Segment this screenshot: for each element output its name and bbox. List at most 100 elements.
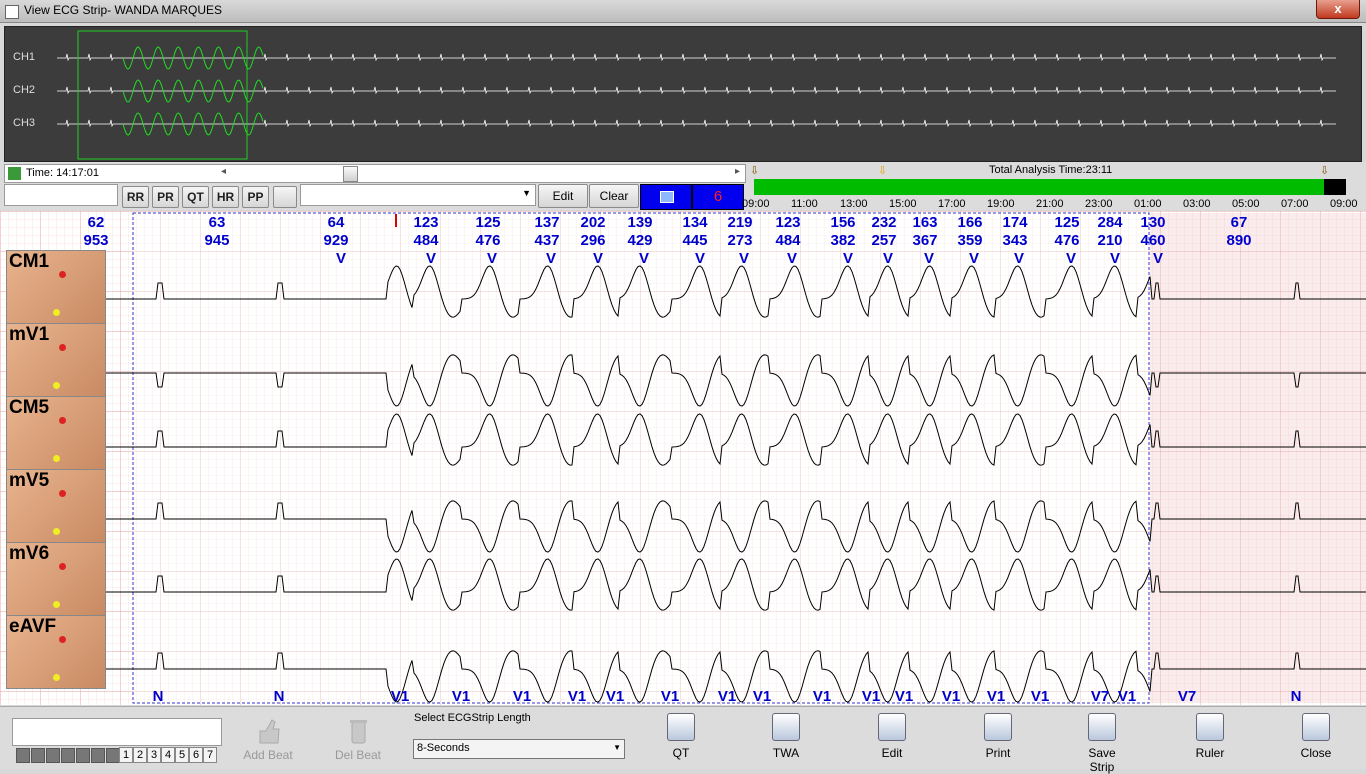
close-tool-button[interactable]: Close <box>1290 713 1342 760</box>
lead-thumbnail-mv5[interactable]: mV5 <box>6 469 106 543</box>
heart-rate-value: 163 <box>912 214 937 231</box>
page-slot[interactable] <box>91 748 105 763</box>
beat-type-label: V <box>969 250 979 267</box>
timeline-tick-label: 03:00 <box>1183 198 1211 210</box>
tool-label: QT <box>672 746 690 760</box>
window-close-button[interactable]: x <box>1316 0 1360 19</box>
scroll-left-icon[interactable]: ◂ <box>221 166 226 177</box>
lead-thumbnail-mv1[interactable]: mV1 <box>6 323 106 397</box>
electrode-icon <box>53 601 60 608</box>
page-number-4[interactable]: 4 <box>161 747 175 763</box>
page-number-3[interactable]: 3 <box>147 747 161 763</box>
time-scrollbar[interactable]: Time: 14:17:01 ◂ ▸ <box>4 164 746 183</box>
twa-icon <box>772 713 800 741</box>
page-slot[interactable] <box>46 748 60 763</box>
overview-trace <box>57 86 1336 95</box>
measure-qt-button[interactable]: QT <box>182 186 209 208</box>
electrode-icon <box>59 417 66 424</box>
annotation-dropdown[interactable]: ▼ <box>300 184 536 206</box>
beat-annotation-label: V1 <box>895 688 913 705</box>
beat-annotation-label: V1 <box>568 688 586 705</box>
page-slot[interactable] <box>76 748 90 763</box>
analysis-progress-fill <box>754 179 1324 195</box>
page-number-1[interactable]: 1 <box>119 747 133 763</box>
ecg-strip[interactable]: 62 63 64 123 125 137 202 139 134 219 123 156 232 163 1… <box>0 211 1366 705</box>
page-slot[interactable] <box>16 748 30 763</box>
beat-type-label: V <box>336 250 346 267</box>
heart-rate-value: 232 <box>871 214 896 231</box>
timeline-end-marker-icon[interactable]: ⇩ <box>1320 164 1329 177</box>
title-bar: View ECG Strip- WANDA MARQUES x <box>0 0 1366 23</box>
measure-pr-button[interactable]: PR <box>152 186 179 208</box>
lead-thumbnail-mv6[interactable]: mV6 <box>6 542 106 616</box>
page-slot[interactable] <box>106 748 120 763</box>
rr-interval-value: 273 <box>727 232 752 249</box>
rr-interval-value: 359 <box>957 232 982 249</box>
beat-annotation-label: N <box>1291 688 1302 705</box>
timeline-current-marker-icon[interactable]: ⇩ <box>878 164 887 177</box>
lead-thumbnail-cm5[interactable]: CM5 <box>6 396 106 470</box>
page-slot[interactable] <box>61 748 75 763</box>
beat-type-label: V <box>487 250 497 267</box>
list-view-button[interactable] <box>640 184 692 210</box>
measure-rr-button[interactable]: RR <box>122 186 149 208</box>
event-count-badge[interactable]: 6 <box>692 184 744 210</box>
del-beat-button[interactable]: Del Beat <box>330 717 386 762</box>
rr-interval-value: 476 <box>475 232 500 249</box>
overview-panel[interactable]: CH1 CH2 CH3 <box>4 26 1362 162</box>
beat-type-label: V <box>1014 250 1024 267</box>
timeline-tick-label: 17:00 <box>938 198 966 210</box>
edit-tool-button[interactable]: Edit <box>866 713 918 760</box>
measure-pp-button[interactable]: PP <box>242 186 269 208</box>
overview-selection-box[interactable] <box>77 30 248 160</box>
clear-button[interactable]: Clear <box>589 184 639 208</box>
lead-label: mV6 <box>9 543 50 564</box>
tool-label: Ruler <box>1195 746 1225 760</box>
save-strip-tool-button[interactable]: Save Strip <box>1076 713 1128 774</box>
heart-rate-value: 64 <box>328 214 345 231</box>
scroll-thumb[interactable] <box>343 166 358 182</box>
rr-interval-value: 945 <box>204 232 229 249</box>
beat-type-label: V <box>883 250 893 267</box>
strip-length-select[interactable]: 8-Seconds ▼ <box>413 739 625 759</box>
lead-thumbnail-cm1[interactable]: CM1 <box>6 250 106 324</box>
refresh-icon[interactable] <box>8 167 21 180</box>
page-slot[interactable] <box>31 748 45 763</box>
scroll-right-icon[interactable]: ▸ <box>735 166 740 177</box>
twa-tool-button[interactable]: TWA <box>760 713 812 760</box>
analysis-progress[interactable] <box>754 179 1346 195</box>
qt-icon <box>667 713 695 741</box>
edit-button[interactable]: Edit <box>538 184 588 208</box>
timeline-tick-label: 01:00 <box>1134 198 1162 210</box>
add-beat-button[interactable]: Add Beat <box>240 717 296 762</box>
control-bar: Time: 14:17:01 ◂ ▸ RR PR QT HR PP ▼ Edit Cle… <box>0 162 1366 210</box>
list-icon <box>660 191 674 203</box>
page-number-5[interactable]: 5 <box>175 747 189 763</box>
time-label: Time: 14:17:01 <box>26 167 99 179</box>
heart-rate-value: 284 <box>1097 214 1123 231</box>
qt-tool-button[interactable]: QT <box>655 713 707 760</box>
note-field[interactable] <box>4 184 118 206</box>
print-tool-button[interactable]: Print <box>972 713 1024 760</box>
heart-rate-value: 130 <box>1140 214 1165 231</box>
page-number-7[interactable]: 7 <box>203 747 217 763</box>
beat-annotation-label: N <box>274 688 285 705</box>
electrode-icon <box>59 344 66 351</box>
window-title: View ECG Strip- WANDA MARQUES <box>24 3 223 17</box>
rr-interval-value: 437 <box>534 232 559 249</box>
beat-type-label: V <box>593 250 603 267</box>
page-number-2[interactable]: 2 <box>133 747 147 763</box>
ecg-strip-canvas[interactable]: 62 63 64 123 125 137 202 139 134 219 123 156 232 163 1… <box>0 211 1366 705</box>
rr-interval-value: 367 <box>912 232 937 249</box>
blank-button[interactable] <box>273 186 297 208</box>
rr-interval-value: 460 <box>1140 232 1165 249</box>
timeline-tick-label: 13:00 <box>840 198 868 210</box>
heart-rate-value: 139 <box>627 214 652 231</box>
beat-type-label: V <box>787 250 797 267</box>
timeline-start-marker-icon[interactable]: ⇩ <box>750 164 759 177</box>
measure-hr-button[interactable]: HR <box>212 186 239 208</box>
lead-thumbnail-eavf[interactable]: eAVF <box>6 615 106 689</box>
page-number-6[interactable]: 6 <box>189 747 203 763</box>
ruler-tool-button[interactable]: Ruler <box>1184 713 1236 760</box>
comment-field[interactable] <box>12 718 222 746</box>
